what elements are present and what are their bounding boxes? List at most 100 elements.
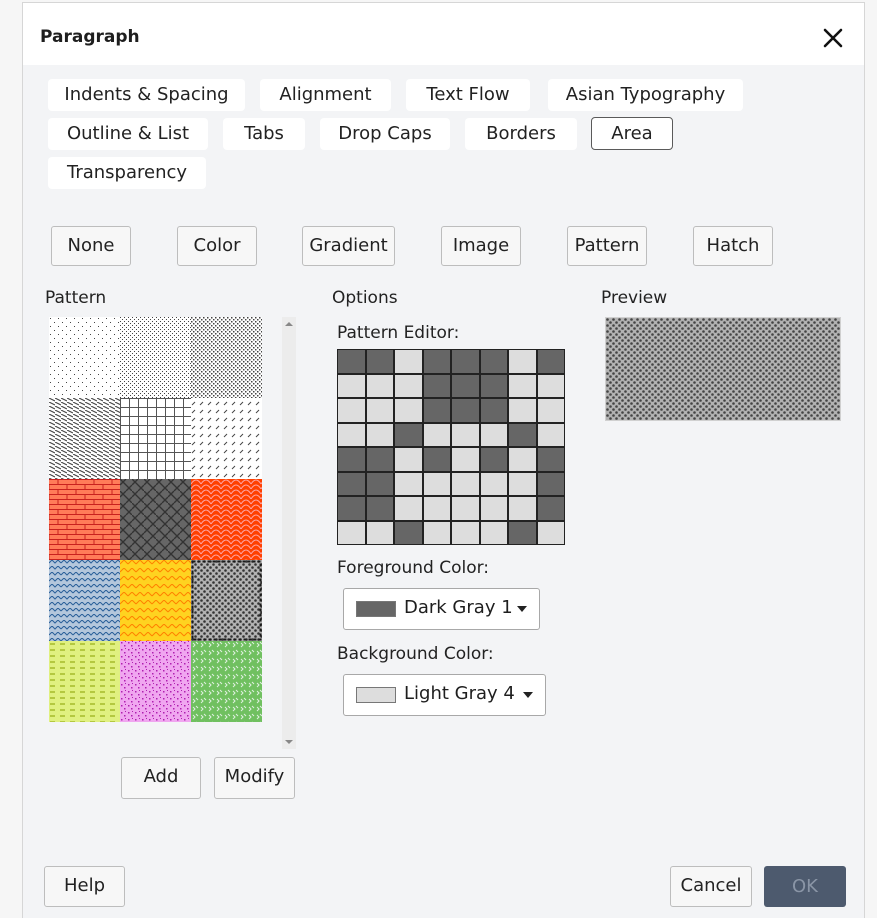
pattern-editor-cell[interactable] — [395, 423, 422, 446]
pattern-list-scrollbar[interactable] — [282, 317, 296, 749]
tab-area[interactable]: Area — [591, 117, 673, 150]
pattern-editor-cell[interactable] — [537, 374, 564, 397]
pattern-editor-cell[interactable] — [338, 399, 365, 422]
pattern-editor-cell[interactable] — [366, 350, 393, 373]
pattern-editor-cell[interactable] — [366, 423, 393, 446]
pattern-editor-cell[interactable] — [537, 497, 564, 520]
pattern-editor-cell[interactable] — [338, 497, 365, 520]
pattern-swatch[interactable] — [120, 560, 191, 641]
pattern-editor-cell[interactable] — [452, 521, 479, 544]
foreground-color-dropdown[interactable]: Dark Gray 1 — [343, 588, 540, 630]
tab-alignment[interactable]: Alignment — [260, 79, 391, 111]
pattern-swatch[interactable] — [120, 317, 191, 398]
pattern-editor-cell[interactable] — [480, 472, 507, 495]
pattern-editor-cell[interactable] — [480, 374, 507, 397]
pattern-button[interactable]: Pattern — [567, 226, 647, 266]
pattern-editor-cell[interactable] — [480, 448, 507, 471]
gradient-button[interactable]: Gradient — [302, 226, 395, 266]
pattern-editor-cell[interactable] — [366, 448, 393, 471]
modify-pattern-button[interactable]: Modify — [214, 757, 295, 799]
pattern-editor-cell[interactable] — [395, 399, 422, 422]
pattern-editor-cell[interactable] — [452, 374, 479, 397]
pattern-editor-cell[interactable] — [395, 521, 422, 544]
close-icon[interactable] — [820, 25, 846, 51]
pattern-editor-cell[interactable] — [537, 399, 564, 422]
pattern-editor-cell[interactable] — [537, 423, 564, 446]
pattern-editor-cell[interactable] — [338, 423, 365, 446]
pattern-swatch-selected[interactable] — [191, 560, 262, 641]
pattern-editor-cell[interactable] — [395, 350, 422, 373]
pattern-editor-cell[interactable] — [452, 350, 479, 373]
pattern-swatch[interactable] — [120, 479, 191, 560]
pattern-editor-cell[interactable] — [338, 448, 365, 471]
pattern-editor-cell[interactable] — [338, 472, 365, 495]
pattern-editor-cell[interactable] — [338, 374, 365, 397]
tab-transparency[interactable]: Transparency — [48, 157, 206, 189]
pattern-editor-cell[interactable] — [509, 399, 536, 422]
pattern-swatch[interactable] — [191, 398, 262, 479]
pattern-editor-cell[interactable] — [366, 472, 393, 495]
pattern-swatch[interactable] — [49, 317, 120, 398]
pattern-editor-cell[interactable] — [366, 374, 393, 397]
pattern-editor-cell[interactable] — [480, 423, 507, 446]
pattern-editor-cell[interactable] — [423, 399, 450, 422]
pattern-editor-cell[interactable] — [395, 497, 422, 520]
pattern-editor-grid[interactable] — [337, 349, 565, 545]
pattern-editor-cell[interactable] — [452, 472, 479, 495]
pattern-editor-cell[interactable] — [395, 472, 422, 495]
tab-drop-caps[interactable]: Drop Caps — [320, 118, 450, 150]
pattern-editor-cell[interactable] — [509, 423, 536, 446]
tab-outline-list[interactable]: Outline & List — [48, 118, 208, 150]
pattern-editor-cell[interactable] — [452, 497, 479, 520]
pattern-editor-cell[interactable] — [509, 448, 536, 471]
none-button[interactable]: None — [51, 226, 131, 266]
pattern-editor-cell[interactable] — [537, 350, 564, 373]
pattern-swatch[interactable] — [120, 398, 191, 479]
pattern-editor-cell[interactable] — [480, 350, 507, 373]
tab-borders[interactable]: Borders — [465, 118, 577, 150]
pattern-editor-cell[interactable] — [452, 448, 479, 471]
pattern-editor-cell[interactable] — [366, 399, 393, 422]
pattern-editor-cell[interactable] — [423, 350, 450, 373]
pattern-editor-cell[interactable] — [537, 448, 564, 471]
pattern-editor-cell[interactable] — [537, 521, 564, 544]
pattern-editor-cell[interactable] — [423, 472, 450, 495]
pattern-swatch[interactable] — [191, 317, 262, 398]
pattern-editor-cell[interactable] — [509, 374, 536, 397]
pattern-editor-cell[interactable] — [423, 497, 450, 520]
pattern-swatch[interactable] — [49, 560, 120, 641]
pattern-editor-cell[interactable] — [338, 350, 365, 373]
pattern-editor-cell[interactable] — [452, 399, 479, 422]
pattern-editor-cell[interactable] — [395, 448, 422, 471]
tab-asian-typography[interactable]: Asian Typography — [548, 79, 743, 111]
pattern-editor-cell[interactable] — [338, 521, 365, 544]
pattern-swatch[interactable] — [191, 479, 262, 560]
pattern-swatch[interactable] — [49, 479, 120, 560]
pattern-editor-cell[interactable] — [480, 497, 507, 520]
tab-text-flow[interactable]: Text Flow — [406, 79, 530, 111]
pattern-editor-cell[interactable] — [395, 374, 422, 397]
pattern-editor-cell[interactable] — [480, 399, 507, 422]
pattern-editor-cell[interactable] — [366, 521, 393, 544]
pattern-editor-cell[interactable] — [509, 472, 536, 495]
tab-tabs[interactable]: Tabs — [223, 118, 305, 150]
help-button[interactable]: Help — [44, 866, 125, 907]
ok-button[interactable]: OK — [764, 866, 846, 907]
pattern-editor-cell[interactable] — [452, 423, 479, 446]
pattern-editor-cell[interactable] — [423, 521, 450, 544]
pattern-swatch[interactable] — [120, 641, 191, 722]
scroll-down-icon[interactable] — [285, 739, 293, 745]
pattern-swatch[interactable] — [49, 641, 120, 722]
pattern-editor-cell[interactable] — [366, 497, 393, 520]
pattern-editor-cell[interactable] — [509, 497, 536, 520]
tab-indents-spacing[interactable]: Indents & Spacing — [48, 79, 245, 111]
pattern-editor-cell[interactable] — [537, 472, 564, 495]
image-button[interactable]: Image — [441, 226, 521, 266]
pattern-editor-cell[interactable] — [509, 521, 536, 544]
color-button[interactable]: Color — [177, 226, 257, 266]
pattern-editor-cell[interactable] — [423, 374, 450, 397]
pattern-swatch[interactable] — [49, 398, 120, 479]
hatch-button[interactable]: Hatch — [693, 226, 773, 266]
pattern-editor-cell[interactable] — [480, 521, 507, 544]
pattern-editor-cell[interactable] — [509, 350, 536, 373]
